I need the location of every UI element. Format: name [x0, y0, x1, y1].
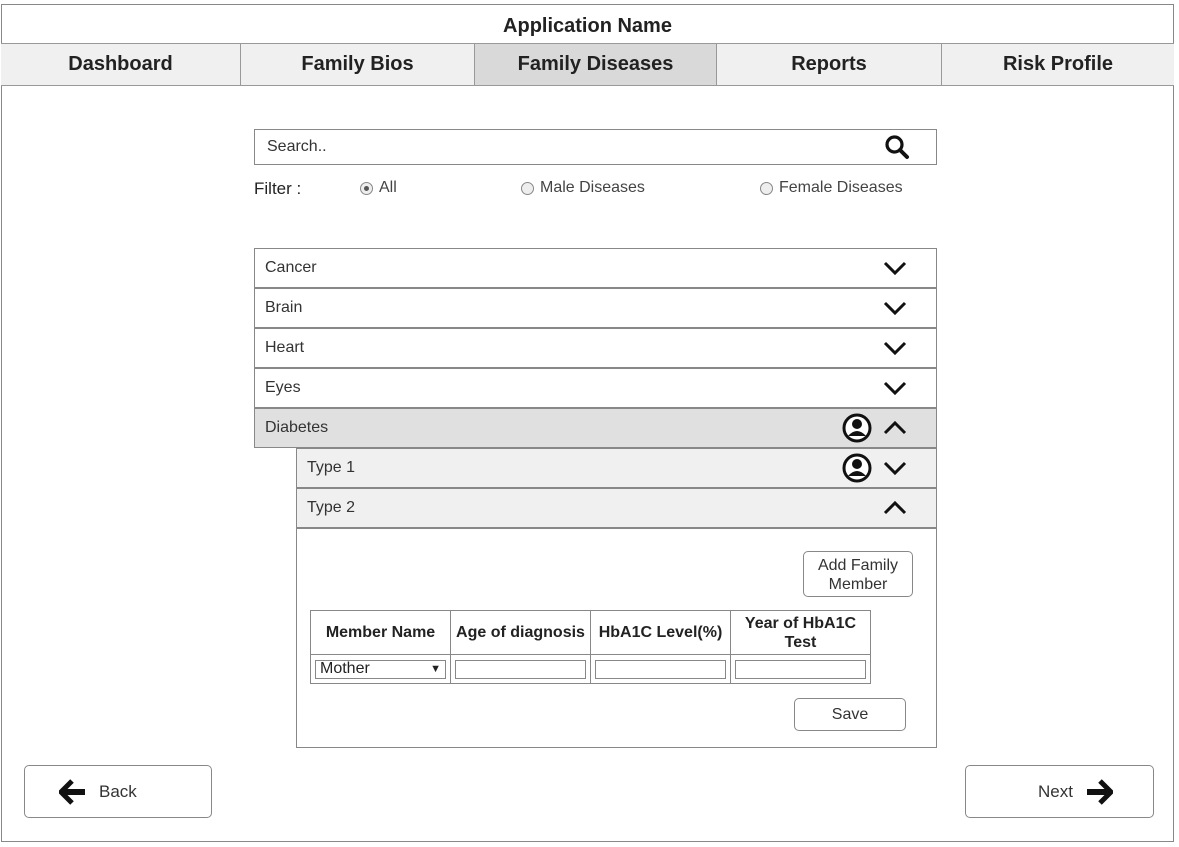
tab-dashboard[interactable]: Dashboard — [1, 44, 241, 85]
chevron-down-icon[interactable] — [882, 458, 908, 478]
filter-option-all[interactable]: All — [360, 179, 397, 197]
back-button[interactable]: Back — [24, 765, 212, 818]
tab-risk-profile[interactable]: Risk Profile — [942, 44, 1174, 85]
chevron-down-icon[interactable] — [882, 298, 908, 318]
category-diabetes[interactable]: Diabetes — [254, 408, 937, 448]
category-label: Heart — [265, 339, 305, 356]
user-icon[interactable] — [842, 413, 872, 443]
user-icon[interactable] — [842, 453, 872, 483]
next-label: Next — [1038, 781, 1073, 801]
category-eyes[interactable]: Eyes — [254, 368, 937, 408]
member-table: Member Name Age of diagnosis HbA1C Level… — [310, 610, 871, 684]
hba1c-level-input[interactable] — [595, 659, 726, 679]
table-header-row: Member Name Age of diagnosis HbA1C Level… — [310, 610, 871, 655]
arrow-left-icon — [59, 778, 87, 805]
main-tabs: Dashboard Family Bios Family Diseases Re… — [1, 43, 1174, 86]
category-label: Brain — [265, 299, 303, 316]
app-title: Application Name — [503, 15, 672, 37]
category-label: Diabetes — [265, 419, 329, 436]
chevron-down-icon[interactable] — [882, 258, 908, 278]
member-select-value: Mother — [320, 660, 370, 677]
back-label: Back — [99, 781, 137, 801]
search-icon[interactable] — [882, 132, 912, 162]
column-header: Year of HbA1C Test — [730, 610, 871, 655]
filter-label: Filter : — [254, 179, 302, 198]
search-input[interactable] — [265, 131, 882, 163]
radio-button[interactable] — [760, 181, 773, 195]
filter-option-label: Male Diseases — [540, 179, 645, 196]
filter-option-label: Female Diseases — [779, 179, 903, 196]
age-cell — [450, 654, 591, 684]
filter-option-label: All — [379, 179, 397, 196]
save-button[interactable]: Save — [794, 698, 906, 731]
subcategory-label: Type 1 — [307, 459, 356, 476]
arrow-right-icon — [1085, 778, 1113, 805]
member-name-cell: Mother ▼ — [310, 654, 451, 684]
radio-button[interactable] — [360, 181, 373, 195]
year-cell — [730, 654, 871, 684]
type-2-detail-panel: Add Family Member Member Name Age of dia… — [296, 528, 937, 748]
add-family-member-button[interactable]: Add Family Member — [803, 551, 913, 597]
chevron-up-icon[interactable] — [882, 498, 908, 518]
filter-option-male[interactable]: Male Diseases — [521, 179, 645, 197]
age-of-diagnosis-input[interactable] — [455, 659, 586, 679]
tab-family-bios[interactable]: Family Bios — [241, 44, 475, 85]
category-label: Eyes — [265, 379, 301, 396]
dropdown-arrow-icon[interactable]: ▼ — [430, 663, 441, 675]
category-cancer[interactable]: Cancer — [254, 248, 937, 288]
chevron-down-icon[interactable] — [882, 378, 908, 398]
column-header: Member Name — [310, 610, 451, 655]
radio-button[interactable] — [521, 181, 534, 195]
tab-family-diseases[interactable]: Family Diseases — [475, 44, 717, 85]
subcategory-type-2[interactable]: Type 2 — [296, 488, 937, 528]
column-header: Age of diagnosis — [450, 610, 591, 655]
chevron-up-icon[interactable] — [882, 418, 908, 438]
member-select[interactable]: Mother ▼ — [315, 659, 446, 679]
hba1c-cell — [590, 654, 731, 684]
filter-row: Filter : All Male Diseases Female Diseas… — [254, 176, 937, 200]
tab-reports[interactable]: Reports — [717, 44, 942, 85]
hba1c-year-input[interactable] — [735, 659, 866, 679]
subcategory-label: Type 2 — [307, 499, 356, 516]
category-label: Cancer — [265, 259, 317, 276]
next-button[interactable]: Next — [965, 765, 1154, 818]
table-row: Mother ▼ — [310, 654, 871, 684]
category-brain[interactable]: Brain — [254, 288, 937, 328]
category-heart[interactable]: Heart — [254, 328, 937, 368]
column-header: HbA1C Level(%) — [590, 610, 731, 655]
filter-option-female[interactable]: Female Diseases — [760, 179, 903, 197]
subcategory-type-1[interactable]: Type 1 — [296, 448, 937, 488]
search-box — [254, 129, 937, 165]
chevron-down-icon[interactable] — [882, 338, 908, 358]
